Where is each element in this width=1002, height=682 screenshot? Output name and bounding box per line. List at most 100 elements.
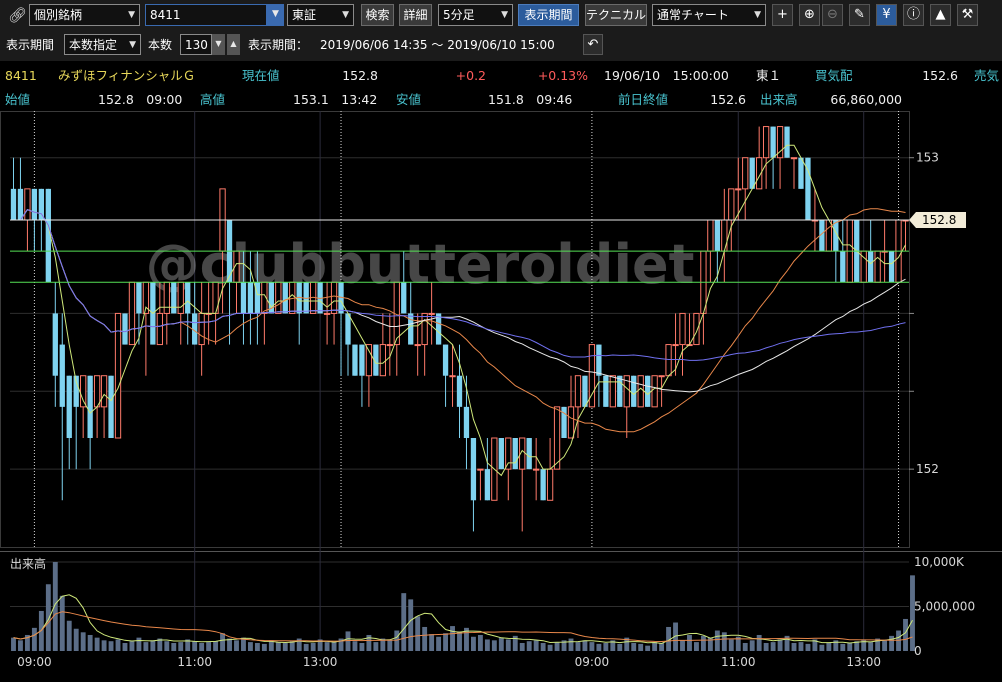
- zoom-out-icon[interactable]: ⊖: [822, 4, 843, 26]
- volume-panel-label: 出来高: [10, 556, 46, 571]
- volume-bar: [129, 641, 135, 651]
- chart-type-select[interactable]: 通常チャート ▼: [652, 4, 766, 26]
- volume-bar: [847, 642, 853, 651]
- volume-bar: [59, 595, 65, 651]
- volume-bar: [749, 640, 755, 651]
- detail-button[interactable]: 詳細: [399, 4, 432, 26]
- link-icon[interactable]: 🔗︎: [8, 5, 27, 27]
- candle-body-down: [66, 375, 72, 438]
- chevron-down-icon: ▼: [754, 10, 761, 20]
- chevron-down-icon: ▼: [128, 10, 135, 20]
- count-up-icon[interactable]: ▲: [227, 34, 240, 55]
- volume-bar: [554, 642, 560, 651]
- volume-bar: [408, 599, 414, 651]
- candle-body-down: [512, 438, 518, 470]
- period-button[interactable]: 表示期間: [518, 4, 579, 26]
- candle-body-up: [735, 188, 742, 191]
- volume-bar: [443, 633, 449, 651]
- code-input[interactable]: 8411: [145, 4, 267, 26]
- period-mode-select[interactable]: 本数指定 ▼: [64, 34, 141, 55]
- zoom-in-icon[interactable]: ⊕: [799, 4, 820, 26]
- volume-bar: [213, 641, 219, 651]
- technical-button[interactable]: テクニカル: [585, 4, 647, 26]
- candle-body-up: [505, 437, 512, 470]
- volume-bar: [66, 620, 72, 651]
- volume-tick-label: 10,000K: [914, 555, 965, 569]
- volume-bar: [575, 642, 581, 651]
- time-tick-label: 13:00: [846, 655, 881, 669]
- volume-bar: [819, 644, 825, 651]
- chevron-down-icon: ▼: [342, 10, 349, 20]
- count-input[interactable]: 130: [180, 34, 212, 55]
- candle-body-up: [379, 344, 386, 377]
- volume-bar: [422, 626, 428, 651]
- candle-body-up: [874, 250, 881, 283]
- candlestick-chart[interactable]: @clubbutteroldiet 153152152.810,000K5,00…: [0, 111, 1002, 682]
- volume-bar: [742, 642, 748, 651]
- volume-bar: [519, 642, 525, 651]
- volume-bar: [143, 642, 149, 651]
- volume-bar: [227, 638, 232, 651]
- candle-body-down: [470, 438, 477, 501]
- candle-body-down: [10, 188, 17, 220]
- market-select[interactable]: 東証 ▼: [287, 4, 354, 26]
- current-value: 152.8: [342, 68, 378, 83]
- code-dropdown-button[interactable]: ▼: [267, 4, 284, 26]
- candle-body-up: [323, 312, 331, 315]
- candle-body-down: [526, 438, 532, 470]
- mode-select[interactable]: 個別銘柄 ▼: [29, 4, 140, 26]
- candle-body-up: [428, 312, 435, 315]
- candle-body-down: [38, 188, 45, 220]
- count-label: 本数: [148, 38, 173, 52]
- volume-bar: [763, 642, 769, 651]
- volume-bar: [345, 631, 351, 651]
- volume-bar: [192, 641, 198, 651]
- volume-bar: [87, 634, 93, 651]
- volume-bar: [234, 640, 239, 651]
- wrench-icon[interactable]: ⚒: [957, 4, 978, 26]
- candle-body-up: [790, 157, 798, 160]
- candle-body-down: [888, 251, 895, 283]
- candle-body-down: [484, 469, 491, 501]
- volume-bar: [52, 562, 58, 651]
- count-down-icon[interactable]: ▼: [212, 34, 225, 55]
- interval-select-value: 5分足: [443, 8, 475, 22]
- pencil-icon[interactable]: ✎: [849, 4, 870, 26]
- time-tick-label: 09:00: [575, 655, 610, 669]
- period-mode-value: 本数指定: [69, 38, 118, 52]
- volume-bar: [254, 642, 260, 651]
- volume-bar: [680, 640, 685, 651]
- volume-bar: [638, 643, 644, 651]
- search-button[interactable]: 検索: [361, 4, 394, 26]
- chart-background: [0, 111, 1002, 682]
- candle-body-down: [122, 313, 128, 345]
- volume-bar: [596, 643, 602, 651]
- volume-bar: [477, 634, 483, 651]
- volume-bar: [394, 630, 400, 651]
- volume-bar: [470, 636, 476, 651]
- volume-bar: [652, 642, 658, 651]
- volume-bar: [589, 642, 595, 651]
- crosshair-icon[interactable]: +: [772, 4, 793, 26]
- info-icon[interactable]: ⓘ: [903, 4, 924, 26]
- volume-bar: [700, 635, 706, 651]
- area-chart-icon[interactable]: ▲: [930, 4, 951, 26]
- volume-bar: [770, 642, 776, 651]
- range-value: 2019/06/06 14:35 〜 2019/06/10 15:00: [320, 38, 555, 52]
- volume-bar: [261, 643, 267, 651]
- volume-bar: [429, 634, 435, 651]
- candle-body-down: [540, 469, 546, 501]
- candle-body-up: [609, 375, 616, 408]
- chevron-down-icon: ▼: [272, 9, 279, 19]
- reset-period-icon[interactable]: ↶: [583, 34, 603, 55]
- yen-icon[interactable]: ¥: [876, 4, 897, 26]
- candle-body-up: [156, 312, 163, 346]
- period-label: 表示期間: [6, 38, 55, 52]
- candle-body-down: [798, 157, 804, 189]
- candle-body-down: [617, 375, 623, 407]
- volume-bar: [896, 630, 901, 651]
- candle-body-down: [582, 375, 588, 407]
- candle-body-up: [365, 344, 373, 377]
- interval-select[interactable]: 5分足 ▼: [438, 4, 513, 26]
- candle-body-up: [707, 219, 714, 252]
